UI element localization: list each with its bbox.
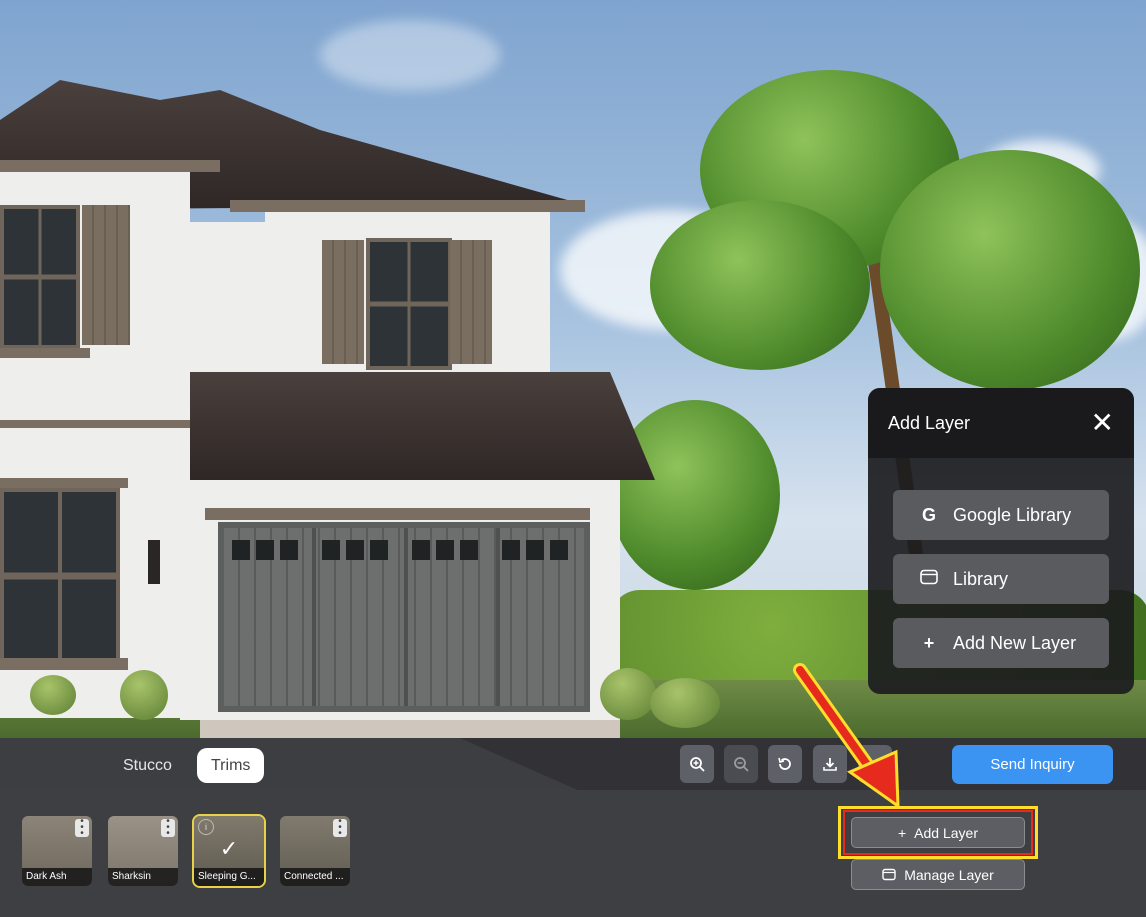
folder-icon [919,569,939,590]
tab-trims[interactable]: Trims [197,748,265,783]
swatch-label: Connected ... [280,868,350,886]
option-label: Google Library [953,504,1072,525]
plus-icon: + [923,632,935,653]
close-icon[interactable]: ✕ [1091,409,1114,437]
swatch-sharksin[interactable]: • • • Sharksin [108,816,178,886]
add-layer-popup: Add Layer ✕ G Google Library Library + A… [868,388,1134,694]
kebab-menu-icon[interactable]: • • • [161,817,175,839]
zoom-out-icon [734,757,749,772]
add-layer-label: Add Layer [914,824,978,841]
manage-layer-button[interactable]: Manage Layer [851,859,1025,890]
option-label: Library [953,568,1009,589]
library-option[interactable]: Library [893,554,1109,604]
add-layer-button[interactable]: + Add Layer [851,817,1025,848]
check-icon: ✓ [219,836,239,861]
swatch-sleeping-g[interactable]: i ✓ Sleeping G... [192,814,266,888]
google-library-option[interactable]: G Google Library [893,490,1109,540]
swatch-label: Dark Ash [22,868,92,886]
popup-title: Add Layer [888,412,971,433]
option-label: Add New Layer [953,632,1077,653]
zoom-out-button[interactable] [724,745,758,783]
swatch-dark-ash[interactable]: • • • Dark Ash [22,816,92,886]
info-icon[interactable]: i [198,819,214,835]
kebab-menu-icon[interactable]: • • • [333,817,347,839]
zoom-in-icon [690,757,705,772]
swatch-connected[interactable]: • • • Connected ... [280,816,350,886]
popup-header: Add Layer ✕ [868,388,1134,458]
tab-stucco[interactable]: Stucco [109,748,186,783]
plus-icon: + [897,824,907,841]
google-icon: G [921,504,936,525]
swatch-label: Sleeping G... [194,868,264,886]
kebab-menu-icon[interactable]: • • • [75,817,89,839]
swatch-label: Sharksin [108,868,178,886]
add-new-layer-option[interactable]: + Add New Layer [893,618,1109,668]
send-inquiry-button[interactable]: Send Inquiry [952,745,1113,784]
manage-layer-label: Manage Layer [904,866,994,883]
folder-icon [882,868,896,881]
zoom-in-button[interactable] [680,745,714,783]
